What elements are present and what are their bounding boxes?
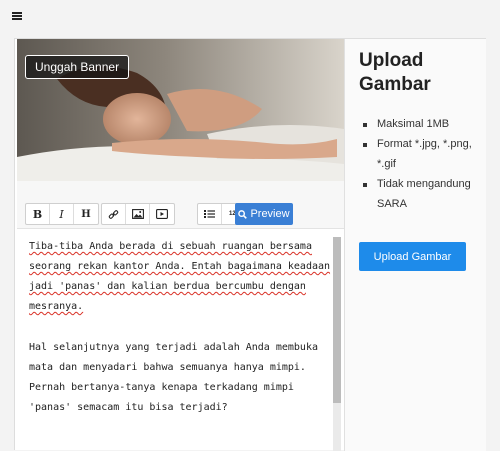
upload-sidebar: Upload Gambar Maksimal 1MB Format *.jpg,… [345, 39, 486, 451]
image-icon [131, 209, 144, 219]
link-icon [108, 209, 119, 219]
editor-toolbar: B I H 123 Preview [17, 181, 344, 229]
scrollbar-thumb[interactable] [333, 237, 341, 403]
link-button[interactable] [102, 204, 126, 224]
rule-item: Maksimal 1MB [363, 114, 481, 134]
bold-button[interactable]: B [26, 204, 50, 224]
format-group: B I H [25, 203, 99, 225]
image-button[interactable] [126, 204, 150, 224]
hamburger-menu-icon[interactable] [12, 12, 22, 20]
editor-column: Unggah Banner B I H 123 Preview Tiba-tib… [15, 39, 345, 451]
rule-item: Format *.jpg, *.png, *.gif [363, 134, 481, 174]
upload-image-button[interactable]: Upload Gambar [359, 242, 466, 271]
editor-line: seorang rekan kantor Anda. Entah bagaima… [29, 261, 331, 272]
editor-card: Unggah Banner B I H 123 Preview Tiba-tib… [14, 38, 486, 451]
video-button[interactable] [150, 204, 174, 224]
editor-line: 'panas' semacam itu bisa terjadi? [29, 402, 228, 413]
editor-line: mesranya. [29, 301, 84, 312]
editor-line: mata dan menyadari bahwa semuanya hanya … [29, 362, 306, 373]
top-bar [0, 0, 500, 33]
upload-rules-list: Maksimal 1MB Format *.jpg, *.png, *.gif … [363, 114, 481, 214]
editor-scrollbar[interactable] [333, 237, 341, 451]
editor-line: jadi 'panas' dan kalian berdua bercumbu … [29, 281, 306, 292]
bulleted-list-icon [204, 210, 215, 218]
sidebar-title: Upload Gambar [359, 50, 431, 95]
preview-label: Preview [250, 208, 290, 220]
search-icon [238, 209, 248, 219]
insert-group [101, 203, 175, 225]
video-icon [156, 209, 168, 219]
upload-banner-button[interactable]: Unggah Banner [25, 55, 130, 79]
banner-image: Unggah Banner [17, 39, 344, 181]
preview-button[interactable]: Preview [235, 203, 293, 225]
article-textarea[interactable]: Tiba-tiba Anda berada di sebuah ruangan … [17, 229, 335, 451]
heading-button[interactable]: H [74, 204, 98, 224]
rule-item: Tidak mengandung SARA [363, 174, 481, 214]
italic-button[interactable]: I [50, 204, 74, 224]
editor-line: Hal selanjutnya yang terjadi adalah Anda… [29, 342, 318, 353]
bulleted-list-button[interactable] [198, 204, 222, 224]
editor-line: Pernah bertanya-tanya kenapa terkadang m… [29, 382, 294, 393]
editor-line: Tiba-tiba Anda berada di sebuah ruangan … [29, 241, 312, 252]
